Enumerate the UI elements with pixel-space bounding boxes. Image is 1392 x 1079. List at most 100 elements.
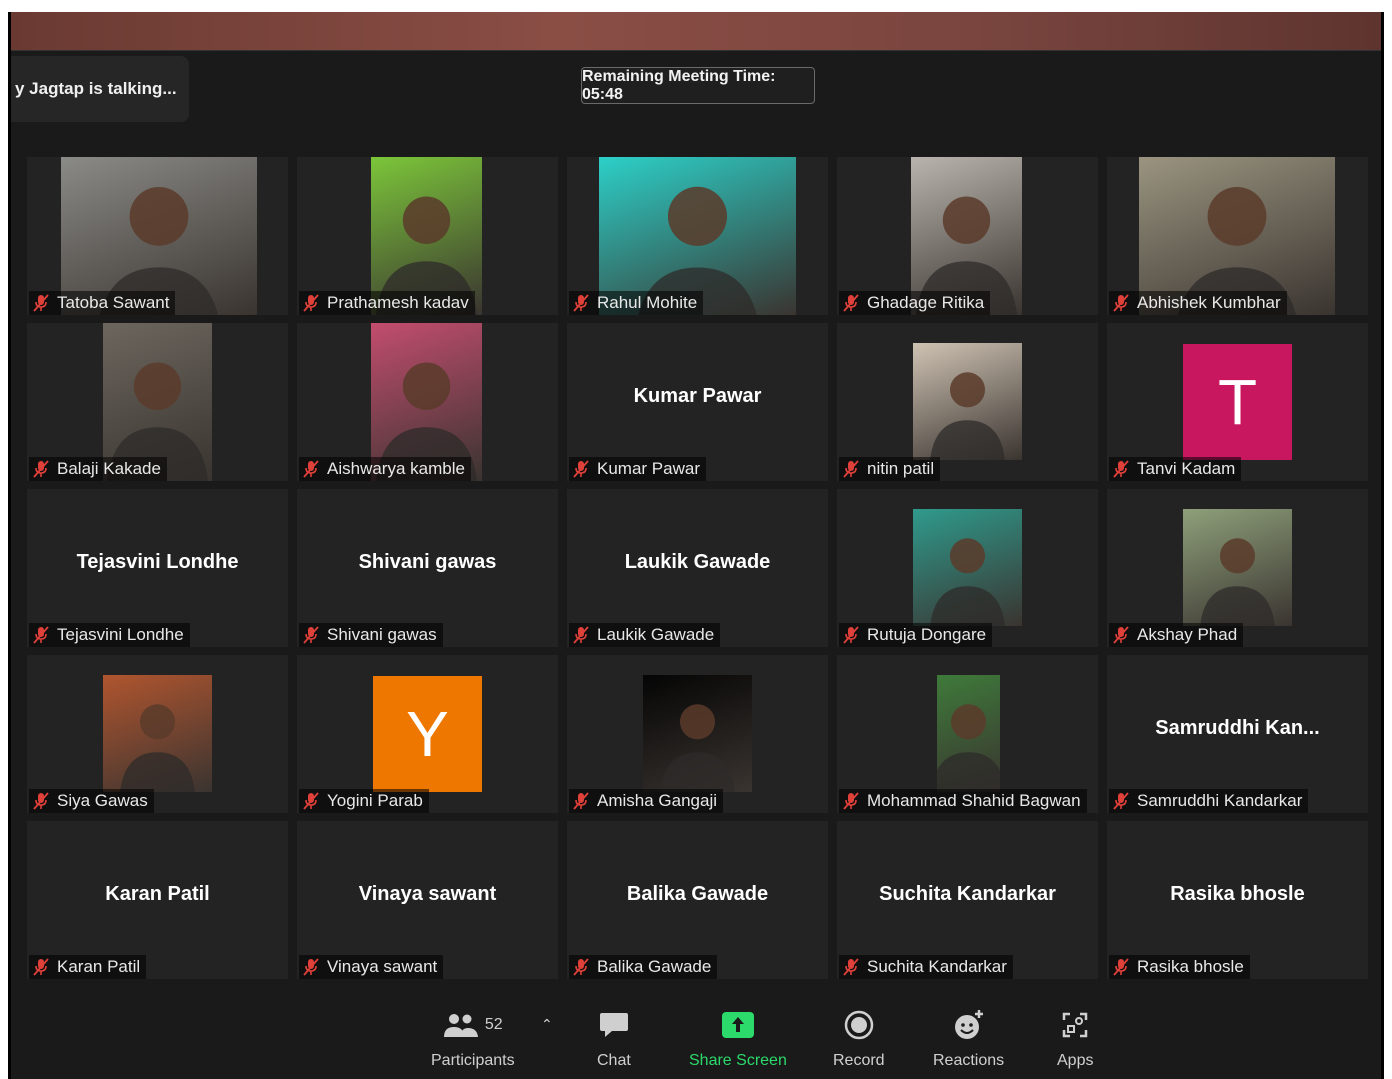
participant-name: Tatoba Sawant: [57, 293, 170, 312]
muted-mic-icon: [843, 958, 859, 976]
participant-name-label: Rahul Mohite: [569, 291, 704, 315]
muted-mic-icon: [573, 792, 589, 810]
person-silhouette: [1200, 538, 1275, 626]
participant-display-name: Rasika bhosle: [1170, 883, 1305, 905]
muted-mic-icon: [573, 460, 589, 478]
participant-name: Rahul Mohite: [597, 293, 698, 312]
participant-display-name: Tejasvini Londhe: [76, 551, 239, 573]
participant-name-label: Vinaya sawant: [299, 955, 444, 979]
participant-name-label: Amisha Gangaji: [569, 789, 724, 813]
participant-tile[interactable]: Rutuja Dongare: [837, 489, 1098, 647]
participants-icon: [443, 1014, 478, 1037]
reactions-icon: [954, 1010, 983, 1039]
muted-mic-icon: [33, 626, 49, 644]
participant-name: Suchita Kandarkar: [867, 957, 1007, 976]
chat-button[interactable]: Chat: [597, 1008, 631, 1070]
participant-tile[interactable]: Siya Gawas: [27, 655, 288, 813]
profile-picture: [643, 675, 752, 792]
participant-name: Tejasvini Londhe: [57, 625, 184, 644]
participant-name-label: Balika Gawade: [569, 955, 718, 979]
participant-grid: Tatoba Sawant Prathamesh kadav Rahul Mohit…: [27, 157, 1368, 979]
participant-tile[interactable]: Rasika bhosle Rasika bhosle: [1107, 821, 1368, 979]
participant-tile[interactable]: Karan Patil Karan Patil: [27, 821, 288, 979]
participant-tile[interactable]: Samruddhi Kan... Samruddhi Kandarkar: [1107, 655, 1368, 813]
participant-display-name: Suchita Kandarkar: [879, 883, 1056, 905]
participant-tile[interactable]: Prathamesh kadav: [297, 157, 558, 315]
participant-name-label: Tejasvini Londhe: [29, 623, 190, 647]
muted-mic-icon: [1113, 958, 1129, 976]
chat-icon: [599, 1013, 628, 1037]
participant-tile[interactable]: nitin patil: [837, 323, 1098, 481]
muted-mic-icon: [573, 294, 589, 312]
reactions-button[interactable]: Reactions: [933, 1008, 1004, 1070]
participant-tile[interactable]: Aishwarya kamble: [297, 323, 558, 481]
participant-name-label: Balaji Kakade: [29, 457, 167, 481]
participant-name-label: Mohammad Shahid Bagwan: [839, 789, 1087, 813]
apps-label: Apps: [1057, 1052, 1094, 1069]
participant-tile[interactable]: Tatoba Sawant: [27, 157, 288, 315]
participant-tile[interactable]: Laukik Gawade Laukik Gawade: [567, 489, 828, 647]
muted-mic-icon: [843, 294, 859, 312]
participant-name: Shivani gawas: [327, 625, 437, 644]
muted-mic-icon: [1113, 460, 1129, 478]
participant-name: Mohammad Shahid Bagwan: [867, 791, 1081, 810]
participant-tile[interactable]: Kumar Pawar Kumar Pawar: [567, 323, 828, 481]
participant-tile[interactable]: Rahul Mohite: [567, 157, 828, 315]
muted-mic-icon: [1113, 626, 1129, 644]
participant-name-label: Rutuja Dongare: [839, 623, 993, 647]
participant-tile[interactable]: Balaji Kakade: [27, 323, 288, 481]
record-button[interactable]: Record: [833, 1008, 885, 1070]
participant-tile[interactable]: Balika Gawade Balika Gawade: [567, 821, 828, 979]
muted-mic-icon: [1113, 792, 1129, 810]
reactions-label: Reactions: [933, 1052, 1005, 1069]
participant-display-name: Samruddhi Kan...: [1155, 717, 1320, 739]
muted-mic-icon: [1113, 294, 1129, 312]
participant-tile[interactable]: Tejasvini Londhe Tejasvini Londhe: [27, 489, 288, 647]
participant-name: Samruddhi Kandarkar: [1137, 791, 1303, 810]
participant-name-label: Shivani gawas: [299, 623, 443, 647]
participant-tile[interactable]: Y Yogini Parab: [297, 655, 558, 813]
participant-name-label: Yogini Parab: [299, 789, 429, 813]
muted-mic-icon: [843, 460, 859, 478]
participant-name: nitin patil: [867, 459, 935, 478]
participant-tile[interactable]: T Tanvi Kadam: [1107, 323, 1368, 481]
participant-name: Rutuja Dongare: [867, 625, 987, 644]
top-strip: [11, 12, 1381, 51]
muted-mic-icon: [33, 460, 49, 478]
participant-name: Aishwarya kamble: [327, 459, 465, 478]
participant-name: Rasika bhosle: [1137, 957, 1244, 976]
participant-tile[interactable]: Suchita Kandarkar Suchita Kandarkar: [837, 821, 1098, 979]
participant-tile[interactable]: Amisha Gangaji: [567, 655, 828, 813]
meeting-toolbar: 52 Participants ⌃ Chat Share Screen Reco…: [11, 1002, 1381, 1079]
participant-name-label: Aishwarya kamble: [299, 457, 471, 481]
active-speaker-indicator: y Jagtap is talking...: [11, 56, 189, 122]
participant-name: Akshay Phad: [1137, 625, 1238, 644]
profile-picture: [931, 675, 1006, 792]
apps-button[interactable]: Apps: [1057, 1008, 1093, 1070]
share-screen-button[interactable]: Share Screen: [689, 1008, 787, 1070]
participant-name-label: Suchita Kandarkar: [839, 955, 1013, 979]
participant-tile[interactable]: Ghadage Ritika: [837, 157, 1098, 315]
participant-name: Tanvi Kadam: [1137, 459, 1236, 478]
participant-tile[interactable]: Shivani gawas Shivani gawas: [297, 489, 558, 647]
muted-mic-icon: [573, 958, 589, 976]
participant-name: Amisha Gangaji: [597, 791, 718, 810]
participant-name-label: Akshay Phad: [1109, 623, 1244, 647]
share-screen-label: Share Screen: [689, 1052, 787, 1069]
avatar-letter: T: [1183, 344, 1292, 460]
participant-tile[interactable]: Mohammad Shahid Bagwan: [837, 655, 1098, 813]
participant-tile[interactable]: Vinaya sawant Vinaya sawant: [297, 821, 558, 979]
participants-button[interactable]: 52 Participants: [431, 1008, 515, 1070]
remaining-time-badge: Remaining Meeting Time: 05:48: [581, 67, 815, 104]
participants-count: 52: [484, 1016, 503, 1033]
participant-name-label: Rasika bhosle: [1109, 955, 1250, 979]
avatar-letter: Y: [373, 676, 482, 792]
chevron-up-icon[interactable]: ⌃: [541, 1016, 553, 1033]
person-silhouette: [930, 538, 1005, 626]
zoom-window: y Jagtap is talking... Remaining Meeting…: [8, 12, 1384, 1079]
participant-tile[interactable]: Abhishek Kumbhar: [1107, 157, 1368, 315]
participant-name-label: Kumar Pawar: [569, 457, 706, 481]
participant-name-label: Samruddhi Kandarkar: [1109, 789, 1309, 813]
participant-tile[interactable]: Akshay Phad: [1107, 489, 1368, 647]
participant-name-label: Tanvi Kadam: [1109, 457, 1242, 481]
